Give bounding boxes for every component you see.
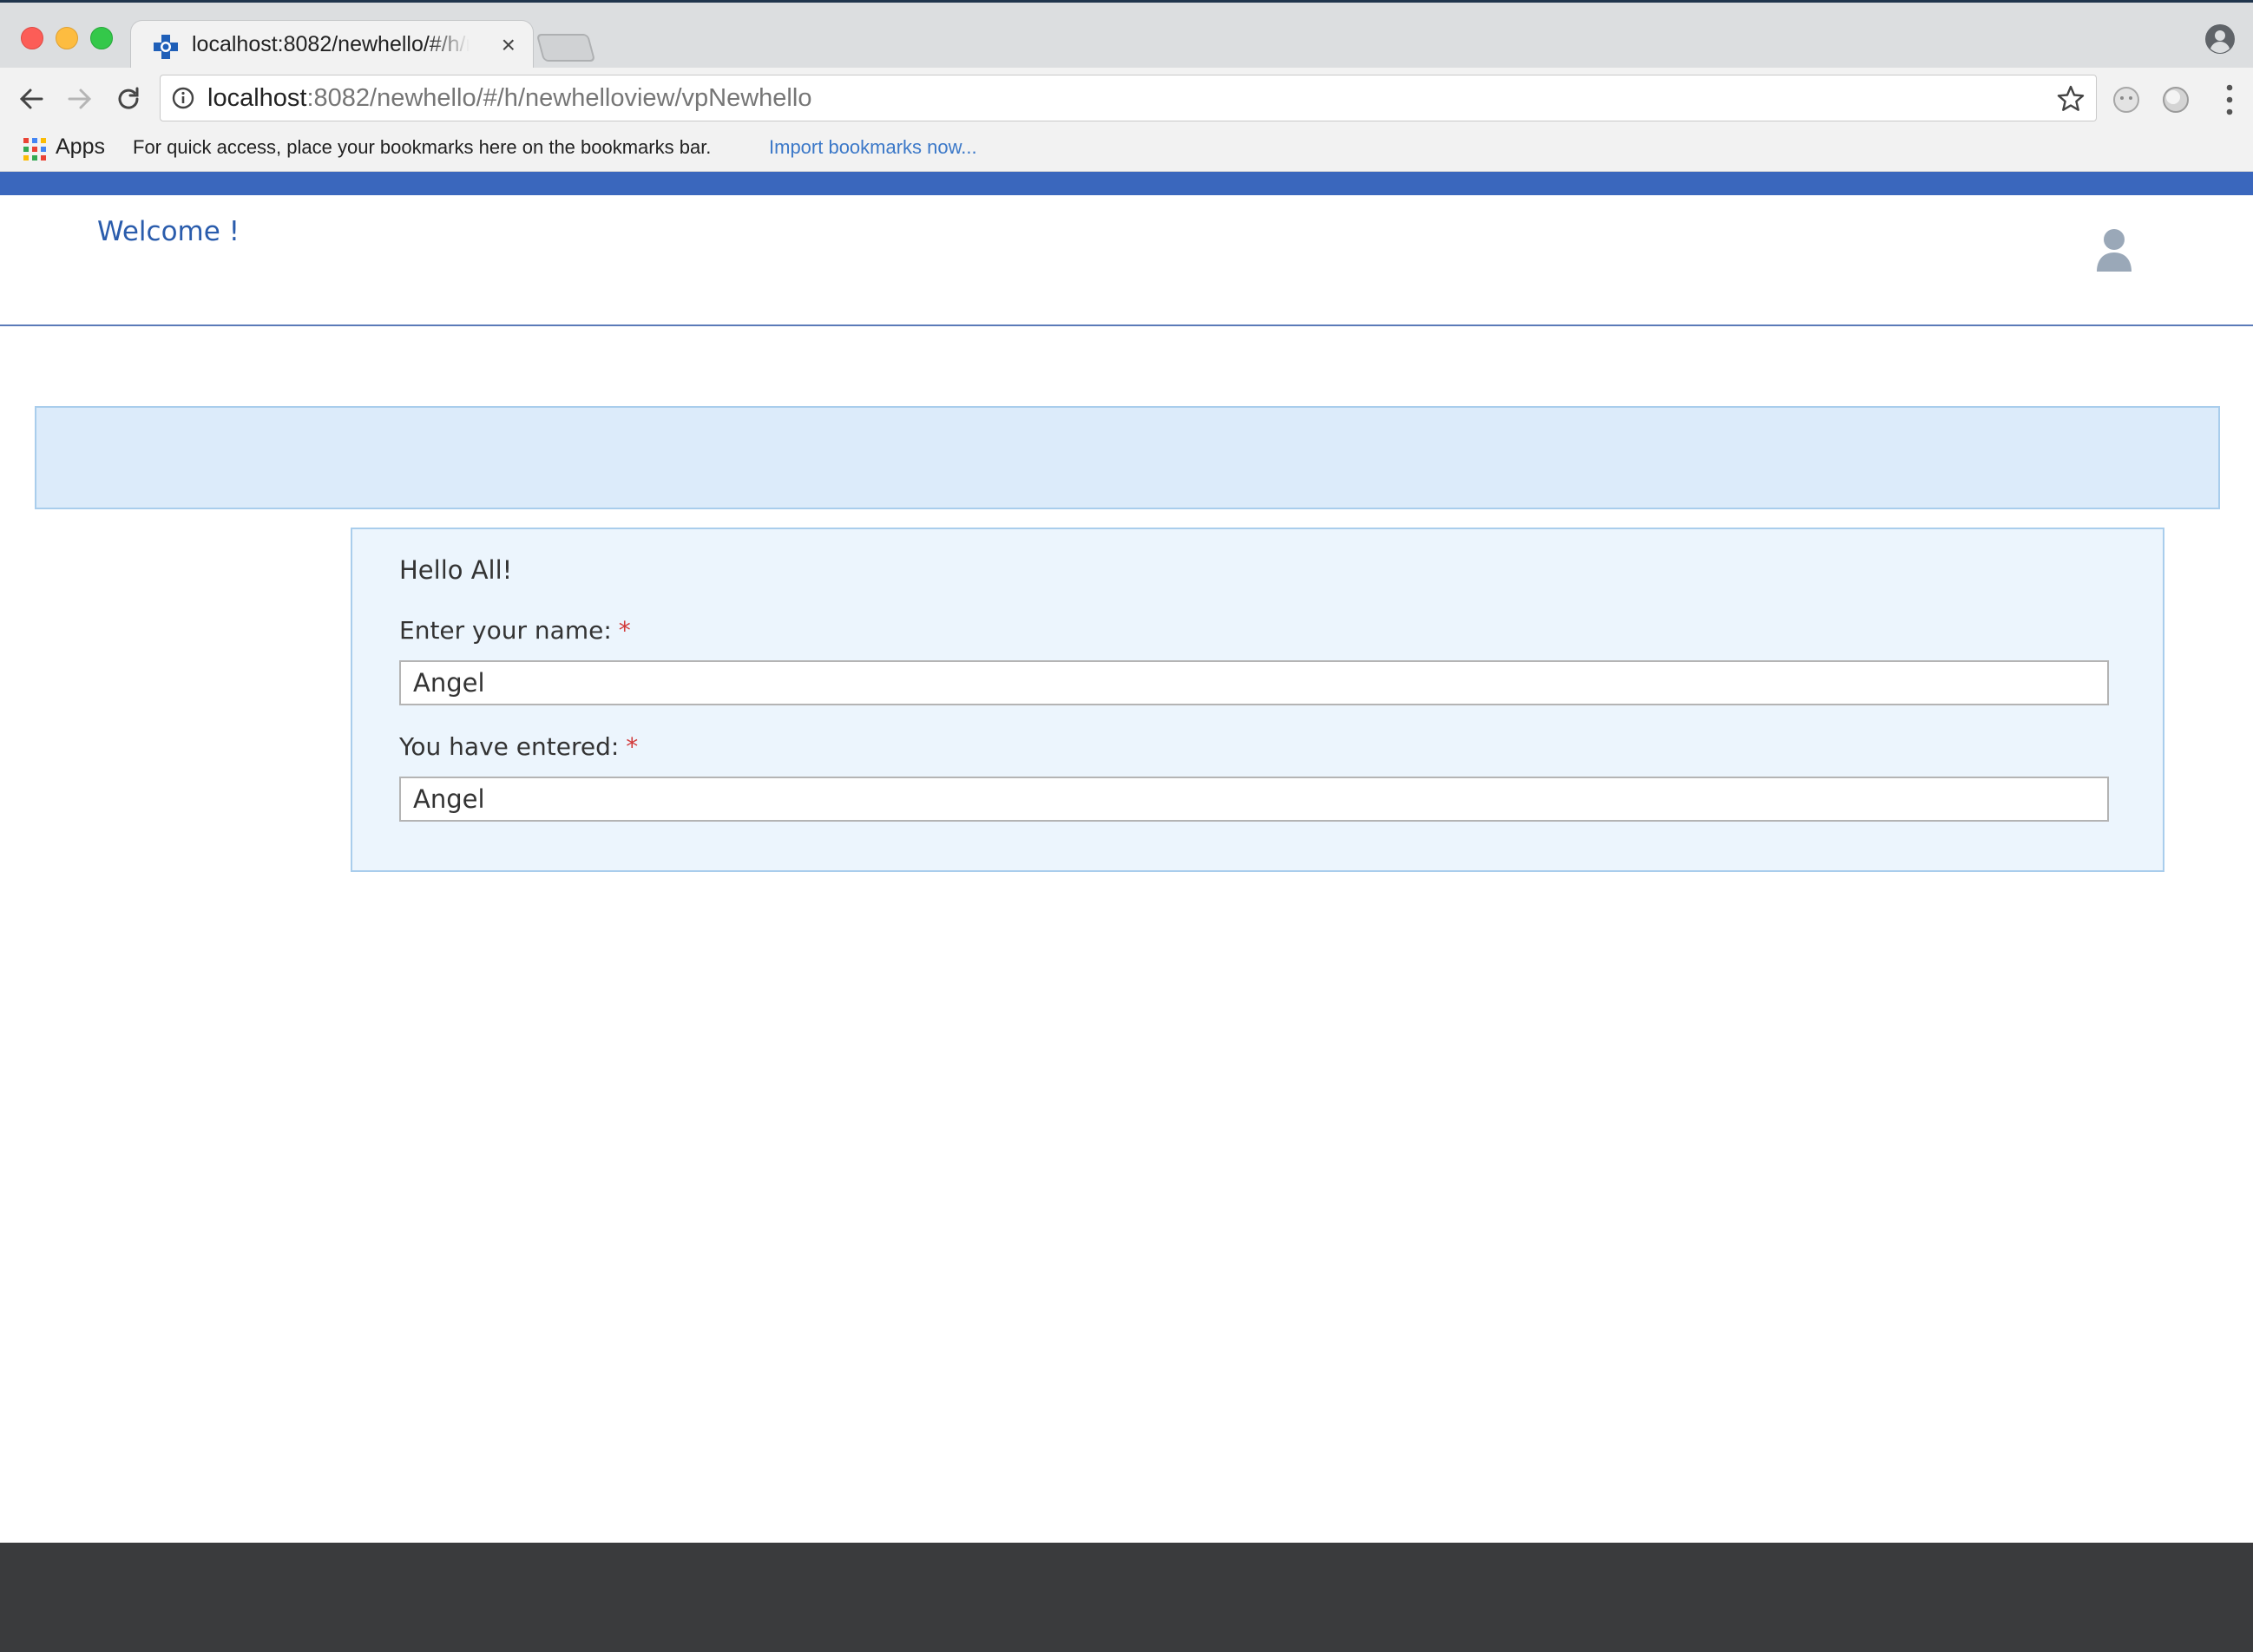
- reload-icon[interactable]: [111, 82, 146, 116]
- maximize-window-button[interactable]: [90, 27, 113, 49]
- star-icon[interactable]: [2056, 84, 2086, 114]
- import-bookmarks-link[interactable]: Import bookmarks now...: [769, 136, 977, 159]
- forward-icon[interactable]: [62, 82, 97, 116]
- tab-strip: localhost:8082/newhello/#/h/newhelloview…: [0, 0, 2253, 70]
- entered-label: You have entered: *: [399, 732, 638, 761]
- menu-icon[interactable]: [2225, 83, 2234, 116]
- bookmarks-bar: Apps For quick access, place your bookma…: [0, 130, 2253, 172]
- tab-title: localhost:8082/newhello/#/h/newhelloview…: [192, 32, 470, 56]
- browser-tab[interactable]: localhost:8082/newhello/#/h/newhelloview…: [130, 20, 534, 70]
- required-marker: *: [626, 732, 639, 761]
- name-input[interactable]: [399, 660, 2109, 705]
- name-label-text: Enter your name:: [399, 616, 612, 645]
- profile-icon[interactable]: [2204, 23, 2236, 55]
- hello-form-panel: Hello All! Enter your name:* You have en…: [351, 528, 2164, 872]
- entered-label-text: You have entered:: [399, 732, 620, 761]
- info-icon[interactable]: [171, 86, 195, 110]
- app-footer: [0, 1543, 2253, 1652]
- browser-toolbar: localhost:8082/newhello/#/h/newhelloview…: [0, 68, 2253, 130]
- new-tab-button[interactable]: [535, 34, 596, 62]
- extension-icon[interactable]: [2112, 85, 2141, 115]
- close-window-button[interactable]: [21, 27, 43, 49]
- url-path: :8082/newhello/#/h/newhelloview/vpNewhel…: [306, 84, 812, 112]
- apps-grid-icon[interactable]: [23, 137, 47, 161]
- url-text[interactable]: localhost:8082/newhello/#/h/newhelloview…: [207, 84, 811, 113]
- entered-output-field[interactable]: [399, 777, 2109, 822]
- back-icon[interactable]: [14, 82, 49, 116]
- app-header: Welcome !: [0, 195, 2253, 326]
- address-bar[interactable]: localhost:8082/newhello/#/h/newhelloview…: [160, 75, 2097, 121]
- favicon-icon: [154, 35, 178, 59]
- apps-shortcut[interactable]: Apps: [56, 134, 105, 160]
- app-top-band: [0, 172, 2253, 195]
- name-label: Enter your name: *: [399, 616, 631, 645]
- page-content: Welcome ! Hello All! Enter your name:* Y…: [0, 172, 2253, 1652]
- user-icon[interactable]: [2095, 228, 2133, 273]
- info-banner: [35, 406, 2220, 509]
- required-marker: *: [618, 616, 631, 645]
- tab-close-icon[interactable]: ×: [502, 31, 516, 59]
- bookmarks-hint: For quick access, place your bookmarks h…: [133, 136, 712, 158]
- minimize-window-button[interactable]: [56, 27, 78, 49]
- browser-window: localhost:8082/newhello/#/h/newhelloview…: [0, 0, 2253, 1652]
- panel-title: Hello All!: [399, 555, 513, 585]
- url-host: localhost: [207, 84, 307, 112]
- welcome-title: Welcome !: [97, 216, 240, 247]
- extension-icon[interactable]: [2161, 85, 2191, 115]
